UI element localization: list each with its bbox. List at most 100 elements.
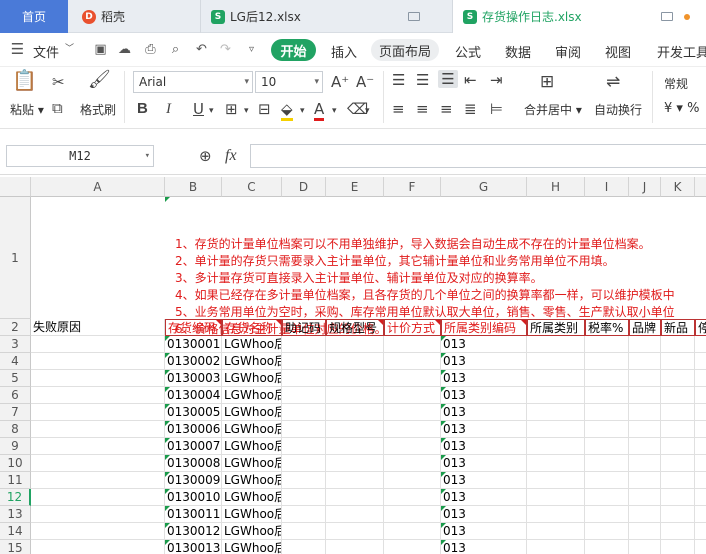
row-header[interactable]: 1 xyxy=(0,197,31,319)
empty-cell[interactable] xyxy=(31,387,165,404)
chevron-down-icon[interactable]: ▾ xyxy=(244,102,249,120)
name-cell[interactable]: LGWhoo后拱辰享3.5g xyxy=(222,421,282,438)
empty-cell[interactable] xyxy=(661,404,695,421)
empty-cell[interactable] xyxy=(527,489,585,506)
decrease-font-icon[interactable]: A⁻ xyxy=(356,73,374,91)
increase-font-icon[interactable]: A⁺ xyxy=(331,73,349,91)
category-cell[interactable]: 013 xyxy=(441,438,527,455)
empty-cell[interactable] xyxy=(629,472,661,489)
empty-cell[interactable] xyxy=(585,472,629,489)
empty-cell[interactable] xyxy=(527,336,585,353)
empty-cell[interactable] xyxy=(326,438,384,455)
number-format-select[interactable]: 常规 xyxy=(664,75,688,92)
category-cell[interactable]: 013 xyxy=(441,353,527,370)
empty-cell[interactable] xyxy=(31,336,165,353)
column-header-a[interactable]: A xyxy=(31,177,165,197)
code-cell[interactable]: 0130008 xyxy=(165,455,222,472)
currency-button[interactable]: ¥ ▾ % xyxy=(664,101,699,116)
category-cell[interactable]: 013 xyxy=(441,404,527,421)
merge-style-icon[interactable]: ⊟ xyxy=(258,100,271,118)
empty-cell[interactable] xyxy=(282,353,326,370)
name-box[interactable]: M12 ▾ xyxy=(6,145,154,167)
empty-cell[interactable] xyxy=(629,421,661,438)
align-middle-icon[interactable]: ☰ xyxy=(416,71,429,89)
empty-cell[interactable] xyxy=(326,489,384,506)
empty-cell[interactable] xyxy=(31,455,165,472)
empty-cell[interactable] xyxy=(585,438,629,455)
row-header[interactable]: 2 xyxy=(0,319,31,336)
row-header[interactable]: 9 xyxy=(0,438,31,455)
empty-cell[interactable] xyxy=(527,472,585,489)
empty-cell[interactable] xyxy=(629,353,661,370)
column-header-d[interactable]: D xyxy=(282,177,326,197)
row-header[interactable]: 12 xyxy=(0,489,31,506)
empty-cell[interactable] xyxy=(326,370,384,387)
empty-cell[interactable] xyxy=(384,523,441,540)
empty-cell[interactable] xyxy=(326,523,384,540)
empty-cell[interactable] xyxy=(629,489,661,506)
empty-cell[interactable] xyxy=(282,540,326,554)
align-bottom-icon[interactable]: ☰ xyxy=(438,70,458,88)
empty-cell[interactable] xyxy=(384,387,441,404)
empty-cell[interactable] xyxy=(695,387,706,404)
category-cell[interactable]: 013 xyxy=(441,489,527,506)
empty-cell[interactable] xyxy=(661,506,695,523)
column-header-i[interactable]: I xyxy=(585,177,629,197)
empty-cell[interactable] xyxy=(661,540,695,554)
category-cell[interactable]: 013 xyxy=(441,523,527,540)
empty-cell[interactable] xyxy=(585,370,629,387)
empty-cell[interactable] xyxy=(629,370,661,387)
empty-cell[interactable] xyxy=(629,404,661,421)
format-painter-button[interactable]: 格式刷 xyxy=(80,101,116,118)
align-top-icon[interactable]: ☰ xyxy=(392,71,405,89)
category-cell[interactable]: 013 xyxy=(441,540,527,554)
empty-cell[interactable] xyxy=(629,455,661,472)
tab-start[interactable]: 开始 xyxy=(271,39,316,61)
empty-cell[interactable] xyxy=(384,455,441,472)
row-header[interactable]: 15 xyxy=(0,540,31,554)
header-cell-l[interactable]: 停 xyxy=(695,319,706,336)
empty-cell[interactable] xyxy=(661,370,695,387)
menu-file[interactable]: 文件 xyxy=(33,42,59,61)
column-header-overflow[interactable] xyxy=(695,177,706,197)
empty-cell[interactable] xyxy=(384,421,441,438)
empty-cell[interactable] xyxy=(282,489,326,506)
copy-icon[interactable]: ⧉ xyxy=(52,99,63,117)
tab-formula[interactable]: 公式 xyxy=(455,42,481,61)
tab-data[interactable]: 数据 xyxy=(505,42,531,61)
empty-cell[interactable] xyxy=(695,421,706,438)
code-cell[interactable]: 0130012 xyxy=(165,523,222,540)
indent-decrease-icon[interactable]: ⇤ xyxy=(464,71,477,89)
empty-cell[interactable] xyxy=(527,455,585,472)
empty-cell[interactable] xyxy=(695,489,706,506)
tab-view[interactable]: 视图 xyxy=(605,42,631,61)
paste-icon[interactable]: 📋 xyxy=(12,70,37,90)
name-cell[interactable]: LGWhoo后拱辰享30g xyxy=(222,506,282,523)
empty-cell[interactable] xyxy=(326,455,384,472)
empty-cell[interactable] xyxy=(384,370,441,387)
empty-cell[interactable] xyxy=(384,404,441,421)
name-cell[interactable]: LGWhoo后拱辰享40g xyxy=(222,523,282,540)
tab-insert[interactable]: 插入 xyxy=(331,42,357,61)
code-cell[interactable]: 0130007 xyxy=(165,438,222,455)
empty-cell[interactable] xyxy=(695,353,706,370)
empty-cell[interactable] xyxy=(695,438,706,455)
row-header[interactable]: 13 xyxy=(0,506,31,523)
header-cell-k[interactable]: 新品 xyxy=(661,319,695,336)
column-header-c[interactable]: C xyxy=(222,177,282,197)
code-cell[interactable]: 0130002 xyxy=(165,353,222,370)
print-preview-icon[interactable]: ⌕ xyxy=(168,42,183,57)
empty-cell[interactable] xyxy=(585,404,629,421)
code-cell[interactable]: 0130001 xyxy=(165,336,222,353)
header-cell-a[interactable]: 失败原因 xyxy=(31,319,165,336)
empty-cell[interactable] xyxy=(695,404,706,421)
code-cell[interactable]: 0130013 xyxy=(165,540,222,554)
name-cell[interactable]: LGWhoo后拱辰享3.5g xyxy=(222,438,282,455)
format-painter-icon[interactable]: 🖌 xyxy=(88,71,111,89)
empty-cell[interactable] xyxy=(629,523,661,540)
empty-cell[interactable] xyxy=(282,404,326,421)
empty-cell[interactable] xyxy=(661,523,695,540)
empty-cell[interactable] xyxy=(282,506,326,523)
empty-cell[interactable] xyxy=(527,370,585,387)
column-header-e[interactable]: E xyxy=(326,177,384,197)
